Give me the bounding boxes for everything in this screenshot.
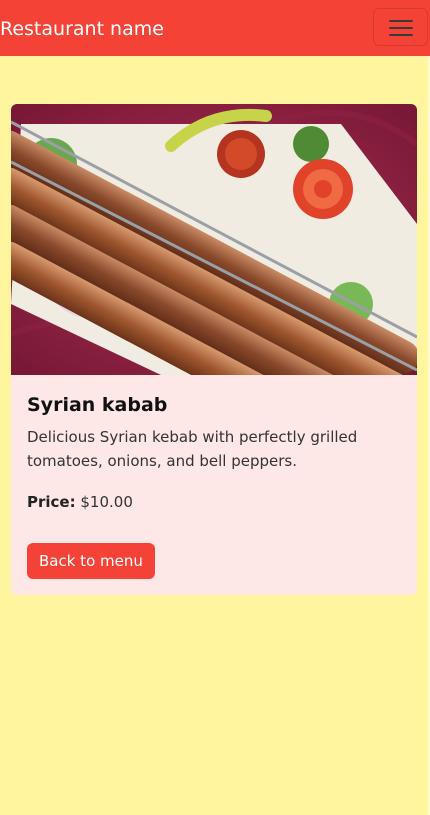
- top-navbar: Restaurant name: [0, 0, 430, 56]
- dish-image: [11, 104, 417, 375]
- brand-link[interactable]: Restaurant name: [0, 16, 164, 42]
- price-label: Price:: [27, 493, 76, 511]
- price-value: $10.00: [80, 493, 133, 511]
- dish-description: Delicious Syrian kebab with perfectly gr…: [27, 428, 358, 470]
- back-to-menu-button[interactable]: Back to menu: [27, 543, 155, 579]
- dish-price: Price: $10.00: [27, 490, 133, 514]
- dish-title: Syrian kabab: [27, 394, 168, 416]
- dish-card: Syrian kabab Delicious Syrian kebab with…: [11, 104, 417, 595]
- navbar-toggle-button[interactable]: [373, 8, 428, 46]
